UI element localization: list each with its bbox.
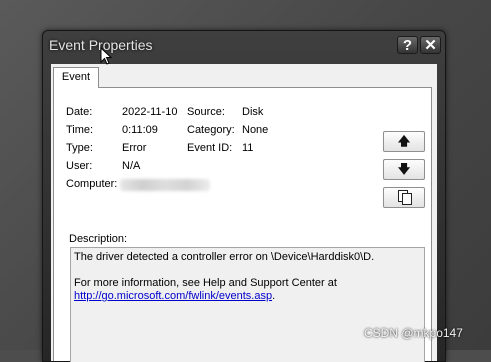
link-period: .: [272, 290, 276, 302]
watermark-text: CSDN @mkpo147: [364, 326, 463, 340]
type-label: Type:: [66, 142, 93, 154]
user-label: User:: [66, 160, 93, 172]
computer-label: Computer:: [66, 178, 118, 190]
close-button[interactable]: ✕: [420, 36, 441, 54]
event-id-value: 11: [242, 142, 254, 154]
next-event-button[interactable]: 🡇: [383, 159, 425, 180]
help-link[interactable]: http://go.microsoft.com/fwlink/events.as…: [74, 290, 272, 302]
event-properties-dialog: Event Properties ? ✕ Event Date: 2022-11…: [42, 30, 446, 362]
computer-value-redacted: [120, 179, 210, 191]
help-button[interactable]: ?: [397, 36, 418, 54]
event-id-label: Event ID:: [187, 142, 233, 154]
description-label: Description:: [69, 233, 128, 245]
date-value: 2022-11-10: [122, 106, 178, 118]
time-label: Time:: [66, 124, 94, 136]
description-textbox[interactable]: The driver detected a controller error o…: [70, 247, 425, 362]
date-label: Date:: [66, 106, 93, 118]
time-value: 0:11:09: [122, 124, 158, 136]
category-value: None: [242, 124, 269, 136]
user-value: N/A: [122, 160, 141, 172]
copy-to-clipboard-button[interactable]: [383, 187, 425, 208]
copy-icon: [397, 190, 412, 205]
source-value: Disk: [242, 106, 264, 118]
source-label: Source:: [187, 106, 225, 118]
description-line-1: The driver detected a controller error o…: [74, 251, 375, 263]
previous-event-button[interactable]: 🡅: [383, 131, 425, 152]
arrow-up-icon: 🡅: [397, 134, 411, 148]
dialog-client-area: Event Date: 2022-11-10 Source: Disk Time…: [51, 64, 437, 362]
event-tab-panel: Date: 2022-11-10 Source: Disk Time: 0:11…: [53, 87, 432, 362]
type-value: Error: [122, 142, 147, 154]
arrow-down-icon: 🡇: [397, 162, 411, 176]
mouse-cursor-icon: [100, 47, 112, 65]
category-label: Category:: [187, 124, 235, 136]
tab-event[interactable]: Event: [53, 67, 99, 88]
description-line-2: For more information, see Help and Suppo…: [74, 277, 337, 289]
close-icon: ✕: [424, 37, 437, 54]
help-icon: ?: [402, 37, 413, 54]
